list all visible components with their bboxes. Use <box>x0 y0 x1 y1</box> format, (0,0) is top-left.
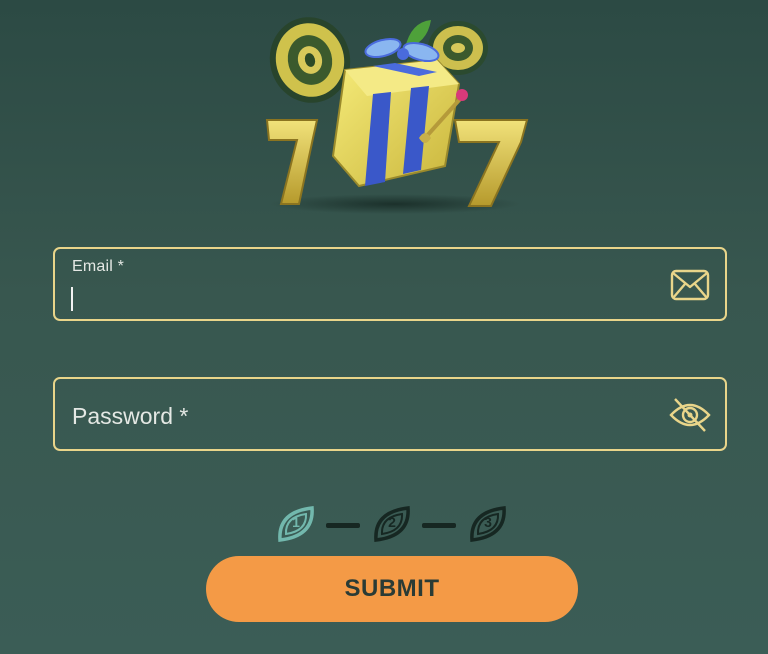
eye-slash-icon[interactable] <box>669 395 711 433</box>
submit-button[interactable]: SUBMIT <box>206 556 578 622</box>
step-indicator: 1 2 3 <box>276 504 510 548</box>
step-number: 1 <box>292 514 300 530</box>
step-number: 2 <box>388 514 396 530</box>
email-field[interactable]: Email * <box>53 247 727 321</box>
text-caret <box>71 287 73 311</box>
seven-left <box>265 119 319 205</box>
envelope-icon <box>669 267 711 305</box>
step-1: 1 <box>276 504 316 544</box>
email-label: Email * <box>72 258 125 275</box>
seven-right <box>453 119 529 207</box>
step-2: 2 <box>372 504 412 544</box>
step-connector <box>422 523 456 528</box>
hero-illustration <box>255 8 545 218</box>
password-placeholder: Password * <box>72 403 189 429</box>
gift-slot-illustration <box>265 17 529 214</box>
password-field[interactable]: Password * <box>53 377 727 451</box>
step-number: 3 <box>484 514 492 530</box>
step-3: 3 <box>468 504 508 544</box>
step-connector <box>326 523 360 528</box>
